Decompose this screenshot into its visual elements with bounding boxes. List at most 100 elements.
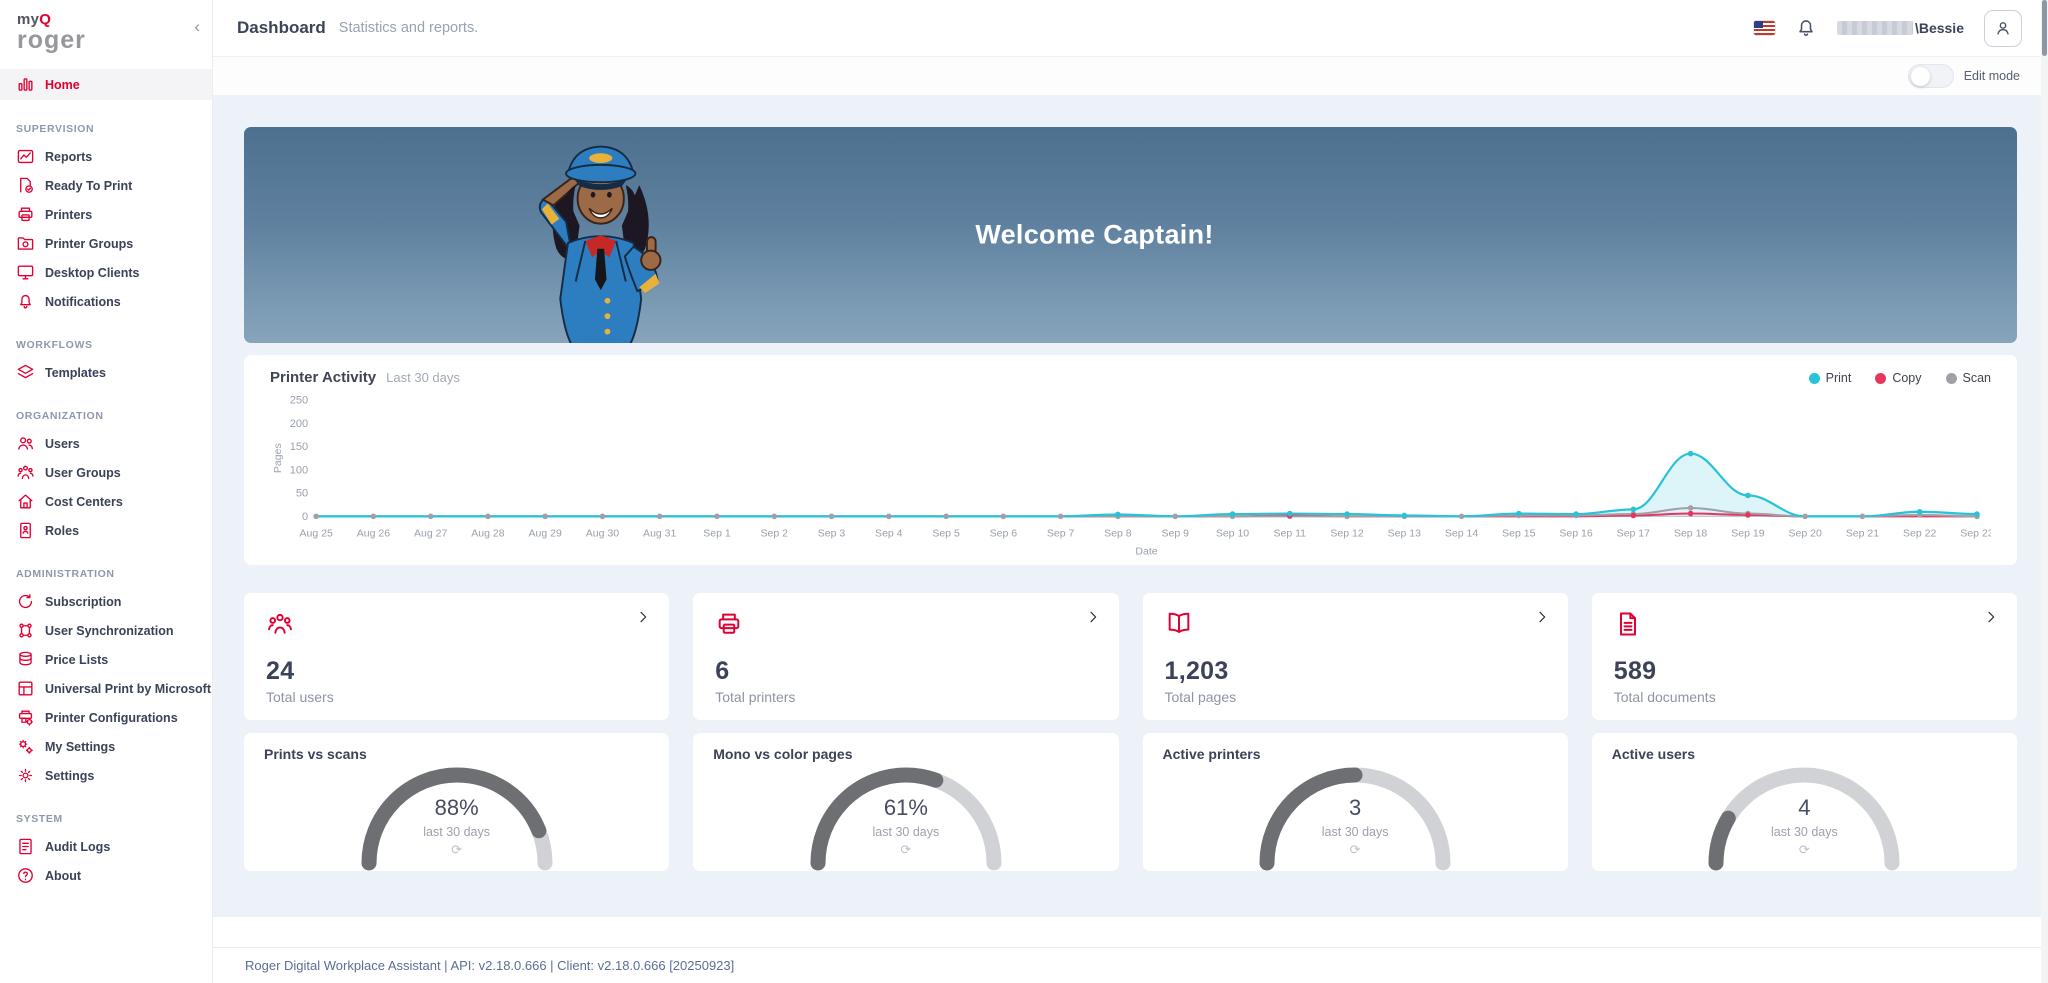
- sidebar-item-roles[interactable]: Roles: [0, 516, 212, 545]
- svg-text:Aug 25: Aug 25: [299, 527, 332, 539]
- gauge-subtitle: last 30 days: [1694, 825, 1914, 839]
- sidebar-item-about[interactable]: About: [0, 861, 212, 890]
- page-title: Dashboard: [237, 18, 326, 38]
- refresh-icon[interactable]: ⟳: [1245, 843, 1465, 856]
- refresh-icon[interactable]: ⟳: [1694, 843, 1914, 856]
- stat-cards-row: 24 Total users 6 Total printers 1,203 To…: [244, 593, 2017, 720]
- sidebar-item-user-synchronization[interactable]: User Synchronization: [0, 616, 212, 645]
- toggle-knob: [1911, 67, 1930, 86]
- svg-text:50: 50: [296, 488, 308, 500]
- myq-roger-logo: myQ roger: [0, 0, 212, 53]
- svg-text:Sep 23: Sep 23: [1960, 527, 1991, 539]
- refresh-icon[interactable]: ⟳: [796, 843, 1016, 856]
- chevron-right-icon: [1983, 609, 1999, 625]
- sidebar-item-audit-logs[interactable]: Audit Logs: [0, 832, 212, 861]
- user-sync-icon: [16, 621, 35, 640]
- svg-text:Sep 2: Sep 2: [761, 527, 789, 539]
- roles-icon: [16, 521, 35, 540]
- sidebar-item-user-groups[interactable]: User Groups: [0, 458, 212, 487]
- chart-subtitle: Last 30 days: [386, 370, 460, 385]
- sidebar-item-desktop-clients[interactable]: Desktop Clients: [0, 258, 212, 287]
- svg-text:Aug 30: Aug 30: [586, 527, 619, 539]
- user-avatar-button[interactable]: [1984, 10, 2022, 47]
- gauge-subtitle: last 30 days: [1245, 825, 1465, 839]
- legend-item-copy[interactable]: Copy: [1875, 371, 1921, 385]
- chart-svg: 250200150100500PagesAug 25Aug 26Aug 27Au…: [270, 390, 1991, 563]
- svg-text:Sep 21: Sep 21: [1846, 527, 1879, 539]
- svg-text:Sep 17: Sep 17: [1617, 527, 1650, 539]
- sidebar-item-cost-centers[interactable]: Cost Centers: [0, 487, 212, 516]
- sidebar-item-ready-to-print[interactable]: Ready To Print: [0, 171, 212, 200]
- sidebar-item-printers[interactable]: Printers: [0, 200, 212, 229]
- sidebar-item-printer-groups[interactable]: Printer Groups: [0, 229, 212, 258]
- scrollbar-thumb[interactable]: [2042, 0, 2047, 56]
- svg-text:Sep 20: Sep 20: [1788, 527, 1821, 539]
- sidebar-item-notifications[interactable]: Notifications: [0, 287, 212, 316]
- document-icon: [1614, 625, 1642, 642]
- notifications-bell-icon[interactable]: [1795, 17, 1817, 39]
- sidebar-section-title: ADMINISTRATION: [16, 568, 212, 580]
- user-groups-icon: [266, 625, 294, 642]
- chevron-right-icon: [1085, 609, 1101, 625]
- stat-card-total-pages[interactable]: 1,203 Total pages: [1143, 593, 1568, 720]
- svg-text:Aug 29: Aug 29: [529, 527, 562, 539]
- refresh-icon[interactable]: ⟳: [347, 843, 567, 856]
- svg-text:Pages: Pages: [272, 443, 284, 473]
- stat-value: 6: [715, 657, 1096, 686]
- footer: Roger Digital Workplace Assistant | API:…: [213, 947, 2048, 983]
- stat-label: Total documents: [1614, 689, 1995, 705]
- sidebar-item-settings[interactable]: Settings: [0, 761, 212, 790]
- stat-card-total-users[interactable]: 24 Total users: [244, 593, 669, 720]
- stat-card-total-documents[interactable]: 589 Total documents: [1592, 593, 2017, 720]
- svg-text:Sep 10: Sep 10: [1216, 527, 1249, 539]
- sidebar-item-my-settings[interactable]: My Settings: [0, 732, 212, 761]
- printer-config-icon: [16, 708, 35, 727]
- svg-text:Sep 12: Sep 12: [1330, 527, 1363, 539]
- dashboard-content: Welcome Captain! Printer Activity Last 3…: [213, 95, 2048, 917]
- open-book-icon: [1165, 625, 1193, 642]
- sidebar-item-reports[interactable]: Reports: [0, 142, 212, 171]
- sidebar-item-users[interactable]: Users: [0, 429, 212, 458]
- chart-title: Printer Activity: [270, 369, 376, 386]
- gauge-value: 88%: [347, 795, 567, 821]
- gauge-card-active-users: Active users 4 last 30 days ⟳: [1592, 733, 2017, 871]
- svg-text:Sep 11: Sep 11: [1273, 527, 1306, 539]
- sidebar-item-subscription[interactable]: Subscription: [0, 587, 212, 616]
- sidebar: myQ roger ‹ Home SUPERVISION Reports Read…: [0, 0, 213, 983]
- gauge-card-mono-vs-color-pages: Mono vs color pages 61% last 30 days ⟳: [693, 733, 1118, 871]
- welcome-message: Welcome Captain!: [244, 220, 1981, 251]
- sidebar-collapse-button[interactable]: ‹: [194, 18, 200, 35]
- sidebar-item-home[interactable]: Home: [0, 69, 212, 100]
- gauge: 4 last 30 days ⟳: [1694, 757, 1914, 865]
- sidebar-section-title: SUPERVISION: [16, 123, 212, 135]
- stat-card-total-printers[interactable]: 6 Total printers: [693, 593, 1118, 720]
- legend-item-print[interactable]: Print: [1809, 371, 1852, 385]
- legend-dot: [1946, 373, 1957, 384]
- svg-text:Sep 14: Sep 14: [1445, 527, 1478, 539]
- svg-text:Sep 9: Sep 9: [1161, 527, 1189, 539]
- templates-icon: [16, 363, 35, 382]
- us-flag-language-icon[interactable]: [1754, 21, 1775, 35]
- sidebar-section-title: WORKFLOWS: [16, 339, 212, 351]
- sidebar-item-price-lists[interactable]: Price Lists: [0, 645, 212, 674]
- sidebar-item-universal-print-by-microsoft[interactable]: Universal Print by Microsoft: [0, 674, 212, 703]
- sidebar-item-printer-configurations[interactable]: Printer Configurations: [0, 703, 212, 732]
- gauge-value: 61%: [796, 795, 1016, 821]
- printer-groups-icon: [16, 234, 35, 253]
- edit-mode-bar: Edit mode: [213, 57, 2048, 95]
- gauge: 61% last 30 days ⟳: [796, 757, 1016, 865]
- svg-text:0: 0: [302, 511, 308, 523]
- svg-text:Sep 4: Sep 4: [875, 527, 903, 539]
- svg-text:Aug 26: Aug 26: [357, 527, 390, 539]
- top-header: Dashboard Statistics and reports. \Bessi…: [213, 0, 2048, 57]
- main-column: Dashboard Statistics and reports. \Bessi…: [213, 0, 2048, 983]
- gauge: 3 last 30 days ⟳: [1245, 757, 1465, 865]
- edit-mode-toggle[interactable]: [1908, 64, 1954, 88]
- sidebar-item-templates[interactable]: Templates: [0, 358, 212, 387]
- stat-value: 24: [266, 657, 647, 686]
- legend-item-scan[interactable]: Scan: [1946, 371, 1992, 385]
- about-icon: [16, 866, 35, 885]
- stat-label: Total printers: [715, 689, 1096, 705]
- page-subtitle: Statistics and reports.: [339, 20, 478, 36]
- chevron-right-icon: [1534, 609, 1550, 625]
